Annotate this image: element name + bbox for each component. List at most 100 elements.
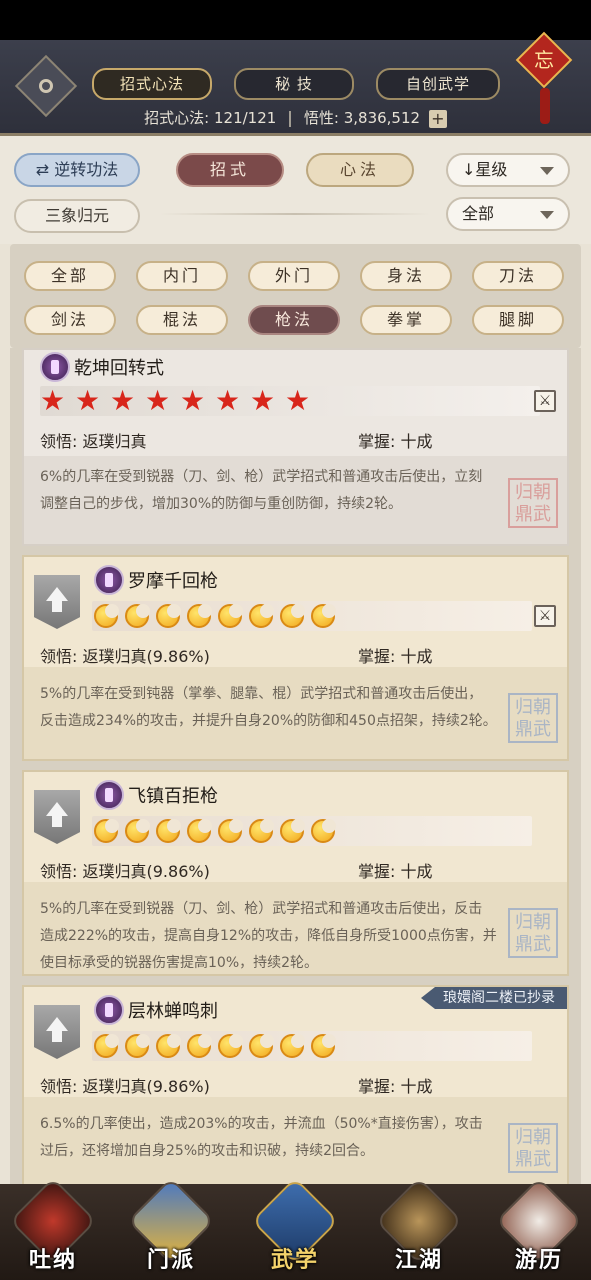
lingwu-value: 返璞归真(9.86%): [82, 647, 210, 666]
moon-icon: [311, 819, 336, 843]
wuxing-value: 3,836,512: [343, 109, 421, 127]
nav-wuxue[interactable]: 武学: [250, 1177, 340, 1280]
tab-miji[interactable]: 秘 技: [234, 68, 354, 100]
moon-rating: [92, 601, 532, 631]
desc-line: 5%的几率在受到钝器（掌拳、腿靠、棍）武学招式和普通攻击后使出，: [40, 686, 483, 702]
skill-gem-icon: [94, 780, 124, 810]
upgrade-arrow-icon[interactable]: [34, 1005, 80, 1059]
upgrade-arrow-icon[interactable]: [34, 790, 80, 844]
category-jianfa[interactable]: 剑法: [24, 305, 116, 335]
nav-menpai[interactable]: 门派: [126, 1177, 216, 1280]
sort-label: ↓星级: [462, 160, 508, 179]
category-quanzhang[interactable]: 拳掌: [360, 305, 452, 335]
zhaoshi-toggle[interactable]: 招式: [176, 153, 284, 187]
desc-line: 6.5%的几率使出，造成203%的攻击，并流血（50%*直接伤害），攻击: [40, 1116, 483, 1132]
skill-title: 飞镇百拒枪: [128, 786, 218, 807]
moon-icon: [280, 819, 305, 843]
tab-zichuang[interactable]: 自创武学: [376, 68, 500, 100]
skill-card[interactable]: 罗摩千回枪 ⚔ 领悟: 返璞归真(9.86%) 掌握: 十成 5%的几率在受到钝…: [22, 555, 569, 761]
filter-dropdown[interactable]: 全部: [446, 197, 570, 231]
category-waimen[interactable]: 外门: [248, 261, 340, 291]
divider: [289, 110, 292, 127]
top-header: 招式心法 秘 技 自创武学 招式心法: 121/121 悟性: 3,836,51…: [0, 40, 591, 136]
chevron-down-icon: [540, 167, 554, 175]
moon-icon: [311, 1034, 336, 1058]
moon-icon: [125, 604, 150, 628]
lingwu-row: 领悟: 返璞归真(9.86%): [40, 1073, 210, 1097]
moon-icon: [94, 819, 119, 843]
nav-tuna[interactable]: 吐纳: [8, 1177, 98, 1280]
category-tuijiao[interactable]: 腿脚: [472, 305, 564, 335]
stat-label: 招式心法:: [144, 109, 210, 127]
moon-icon: [94, 604, 119, 628]
lingwu-label: 领悟:: [40, 1077, 78, 1096]
sword-icon[interactable]: ⚔: [534, 605, 556, 627]
category-neimen[interactable]: 内门: [136, 261, 228, 291]
lingwu-value: 返璞归真(9.86%): [82, 862, 210, 881]
sanxiang-button[interactable]: 三象归元: [14, 199, 140, 233]
xinfa-toggle[interactable]: 心法: [306, 153, 414, 187]
copied-ribbon: 琅嬛阁二楼已抄录: [421, 987, 567, 1009]
zhangwo-value: 十成: [400, 647, 433, 666]
moon-icon: [187, 604, 212, 628]
lingwu-row: 领悟: 返璞归真: [40, 428, 147, 452]
zhangwo-label: 掌握:: [358, 647, 396, 666]
moon-icon: [187, 1034, 212, 1058]
lingwu-row: 领悟: 返璞归真(9.86%): [40, 858, 210, 882]
lingwu-value: 返璞归真: [82, 432, 147, 451]
skill-title: 罗摩千回枪: [128, 571, 218, 592]
upgrade-arrow-icon[interactable]: [34, 575, 80, 629]
nav-label: 门派: [146, 1248, 195, 1273]
zhangwo-value: 十成: [400, 862, 433, 881]
reverse-skill-button[interactable]: ⇄ 逆转功法: [14, 153, 140, 187]
sort-dropdown[interactable]: ↓星级: [446, 153, 570, 187]
star-rating: ★ ★ ★ ★ ★ ★ ★ ★: [40, 386, 540, 416]
lingwu-row: 领悟: 返璞归真(9.86%): [40, 643, 210, 667]
desc-line: 过后，还将增加自身25%的攻击和识破，持续2回合。: [40, 1143, 375, 1159]
category-shenfa[interactable]: 身法: [360, 261, 452, 291]
wuxing-label: 悟性:: [303, 109, 339, 127]
stat-line: 招式心法: 121/121 悟性: 3,836,512 +: [0, 107, 591, 128]
zhangwo-row: 掌握: 十成: [358, 643, 433, 667]
category-qiangfa[interactable]: 枪法: [248, 305, 340, 335]
reverse-icon: ⇄: [35, 160, 50, 179]
moon-icon: [125, 819, 150, 843]
skill-card[interactable]: 琅嬛阁二楼已抄录 层林蝉鸣刺 领悟: 返璞归真(9.86%) 掌握: 十成 6.…: [22, 985, 569, 1184]
category-gunfa[interactable]: 棍法: [136, 305, 228, 335]
lingwu-label: 领悟:: [40, 647, 78, 666]
tab-zhaoshi-xinfa[interactable]: 招式心法: [92, 68, 212, 100]
star-icon: ★: [180, 384, 206, 417]
knot-char: 忘: [534, 48, 554, 72]
skill-card[interactable]: 飞镇百拒枪 领悟: 返璞归真(9.86%) 掌握: 十成 5%的几率在受到锐器（…: [22, 770, 569, 976]
skill-description: 5%的几率在受到锐器（刀、剑、枪）武学招式和普通攻击后使出，反击 造成222%的…: [40, 896, 540, 974]
nav-jianghu[interactable]: 江湖: [374, 1177, 464, 1280]
moon-icon: [249, 1034, 274, 1058]
seal-stamp: 归朝鼎武: [508, 693, 558, 743]
moon-icon: [156, 1034, 181, 1058]
sword-icon[interactable]: ⚔: [534, 390, 556, 412]
lingwu-value: 返璞归真(9.86%): [82, 1077, 210, 1096]
skill-list[interactable]: 乾坤回转式 ★ ★ ★ ★ ★ ★ ★ ★ ⚔ 领悟: 返璞归真 掌握: 十成 …: [10, 348, 581, 1184]
chevron-down-icon: [540, 211, 554, 219]
desc-line: 使目标承受的锐器伤害提高10%，持续2轮。: [40, 955, 319, 971]
moon-rating: [92, 816, 532, 846]
nav-youli[interactable]: 游历: [494, 1177, 584, 1280]
skill-title: 层林蝉鸣刺: [128, 1001, 218, 1022]
moon-icon: [280, 1034, 305, 1058]
star-icon: ★: [285, 384, 311, 417]
star-icon: ★: [215, 384, 241, 417]
skill-description: 5%的几率在受到钝器（掌拳、腿靠、棍）武学招式和普通攻击后使出， 反击造成234…: [40, 681, 540, 735]
desc-line: 调整自己的步伐，增加30%的防御与重创防御，持续2轮。: [40, 496, 403, 512]
category-all[interactable]: 全部: [24, 261, 116, 291]
skill-card[interactable]: 乾坤回转式 ★ ★ ★ ★ ★ ★ ★ ★ ⚔ 领悟: 返璞归真 掌握: 十成 …: [22, 348, 569, 546]
seal-stamp: 归朝鼎武: [508, 908, 558, 958]
moon-icon: [218, 819, 243, 843]
skill-gem-icon: [94, 995, 124, 1025]
category-filter: 全部 内门 外门 身法 刀法 剑法 棍法 枪法 拳掌 腿脚: [10, 244, 581, 348]
plus-button[interactable]: +: [428, 109, 447, 128]
star-icon: ★: [250, 384, 276, 417]
nav-label: 游历: [514, 1248, 563, 1273]
category-daofa[interactable]: 刀法: [472, 261, 564, 291]
moon-icon: [94, 1034, 119, 1058]
tassel-icon: [540, 88, 550, 124]
